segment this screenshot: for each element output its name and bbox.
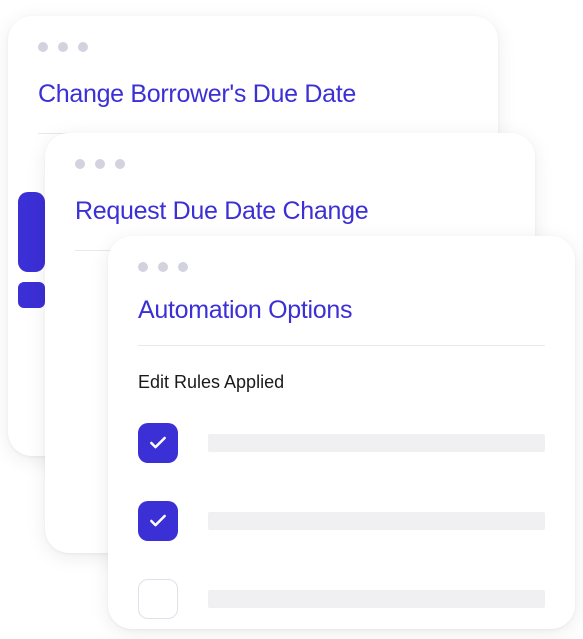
rule-row xyxy=(138,579,545,619)
check-icon xyxy=(148,433,168,453)
window-dot xyxy=(138,262,148,272)
rule-row xyxy=(138,423,545,463)
window-dot xyxy=(115,159,125,169)
window-controls xyxy=(75,159,505,169)
window-dot xyxy=(75,159,85,169)
check-icon xyxy=(148,511,168,531)
window-title: Change Borrower's Due Date xyxy=(38,80,468,109)
window-automation-options: Automation Options Edit Rules Applied xyxy=(108,236,575,629)
rule-label-placeholder xyxy=(208,512,545,530)
window-dot xyxy=(78,42,88,52)
rule-checkbox[interactable] xyxy=(138,579,178,619)
rules-list xyxy=(108,423,575,619)
window-dot xyxy=(38,42,48,52)
rule-checkbox[interactable] xyxy=(138,501,178,541)
window-controls xyxy=(138,262,545,272)
window-title: Automation Options xyxy=(138,296,545,325)
decorative-accent xyxy=(18,282,45,308)
window-dot xyxy=(58,42,68,52)
rule-row xyxy=(138,501,545,541)
section-label: Edit Rules Applied xyxy=(138,372,545,393)
window-dot xyxy=(158,262,168,272)
rule-checkbox[interactable] xyxy=(138,423,178,463)
divider xyxy=(138,345,545,346)
window-title: Request Due Date Change xyxy=(75,197,505,226)
rule-label-placeholder xyxy=(208,590,545,608)
decorative-accent xyxy=(18,192,45,272)
window-controls xyxy=(38,42,468,52)
rule-label-placeholder xyxy=(208,434,545,452)
window-dot xyxy=(95,159,105,169)
window-dot xyxy=(178,262,188,272)
